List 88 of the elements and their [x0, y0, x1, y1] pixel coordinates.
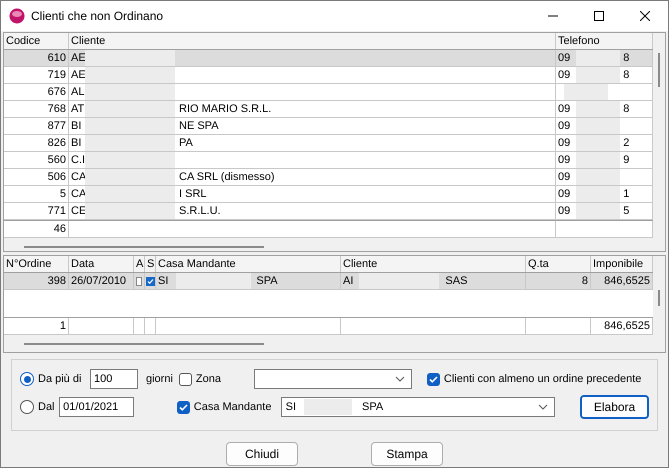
- table-cell: 610: [4, 50, 69, 66]
- dialog-button[interactable]: Chiudi: [226, 442, 298, 466]
- table-cell: 26/07/2010: [69, 273, 134, 289]
- table-cell: 8: [526, 273, 591, 289]
- table-cell: 877: [4, 118, 69, 134]
- dialog-button[interactable]: Stampa: [371, 442, 443, 466]
- table-cell: 768: [4, 101, 69, 117]
- redaction-block: [576, 203, 620, 219]
- column-header[interactable]: N°Ordine: [4, 256, 69, 272]
- column-header[interactable]: Q.ta: [526, 256, 591, 272]
- dropdown-caret-icon: [538, 404, 548, 410]
- table-cell: 506: [4, 169, 69, 185]
- checkbox[interactable]: [136, 276, 142, 286]
- redaction-block: [564, 84, 608, 100]
- casa-mandante-dropdown[interactable]: SI SPA: [280, 397, 556, 417]
- table-row[interactable]: 398 26/07/2010 SI SPA AI SAS 8 846,6525: [4, 273, 653, 290]
- table-cell: 09: [556, 118, 653, 134]
- redaction-block: [576, 101, 620, 117]
- date-field[interactable]: 01/01/2021: [59, 397, 134, 417]
- redaction-block: [576, 152, 620, 168]
- checkbox[interactable]: [426, 372, 440, 386]
- radio-button[interactable]: [20, 400, 34, 414]
- redaction-block: [576, 169, 620, 185]
- table-cell: 09 8: [556, 67, 653, 83]
- elabora-button[interactable]: Elabora: [580, 395, 649, 419]
- column-header[interactable]: Cliente: [69, 33, 556, 49]
- days-field[interactable]: 100: [90, 369, 138, 389]
- table-cell: 09: [556, 169, 653, 185]
- table-cell: AL: [69, 84, 556, 100]
- table-cell: AT RIO MARIO S.R.L.: [69, 101, 556, 117]
- table-row[interactable]: 826 BI PA 09 2: [4, 135, 653, 152]
- table-cell: 771: [4, 203, 69, 219]
- redaction-block: [576, 135, 620, 151]
- maximize-icon[interactable]: [594, 11, 604, 21]
- table-cell: 09 1: [556, 186, 653, 202]
- table-row[interactable]: 719 AE 09 8: [4, 67, 653, 84]
- table-cell: 5: [4, 186, 69, 202]
- column-header[interactable]: S: [145, 256, 156, 272]
- redaction-block: [576, 118, 620, 134]
- table-cell: AE: [69, 67, 556, 83]
- checkbox[interactable]: [176, 400, 190, 414]
- app-logo-icon: [9, 8, 25, 24]
- column-header[interactable]: Casa Mandante: [156, 256, 341, 272]
- table-cell: 398: [4, 273, 69, 289]
- table-cell: AE: [69, 50, 556, 66]
- table-row[interactable]: 560 C.I 09 9: [4, 152, 653, 169]
- table-cell: 826: [4, 135, 69, 151]
- redaction-block: [576, 186, 620, 202]
- window-title: Clienti che non Ordinano: [31, 9, 164, 23]
- checkbox[interactable]: [178, 372, 192, 386]
- redaction-block: [304, 399, 352, 415]
- table-cell: CE S.R.L.U.: [69, 203, 556, 219]
- checkbox-label: Clienti con almeno un ordine precedente: [444, 373, 642, 385]
- checkbox-label: Casa Mandante: [194, 401, 272, 413]
- radio-button[interactable]: [20, 372, 34, 386]
- table-row[interactable]: 771 CE S.R.L.U. 09 5: [4, 203, 653, 220]
- table-cell: BI PA: [69, 135, 556, 151]
- table-cell: AI SAS: [341, 273, 526, 289]
- table-row[interactable]: 877 BI NE SPA 09: [4, 118, 653, 135]
- column-header[interactable]: A: [134, 256, 145, 272]
- zone-dropdown[interactable]: [254, 369, 412, 389]
- table-cell: 09 8: [556, 101, 653, 117]
- table-cell: 719: [4, 67, 69, 83]
- table-row[interactable]: 610 AE 09 8: [4, 50, 653, 67]
- column-header[interactable]: Codice: [4, 33, 69, 49]
- table-cell: 09 9: [556, 152, 653, 168]
- radio-label: Da più di: [38, 373, 82, 385]
- total-cell: 1: [4, 318, 69, 334]
- table-row[interactable]: 676 AL: [4, 84, 653, 101]
- checkbox[interactable]: [146, 276, 154, 286]
- checkbox-label: Zona: [196, 373, 221, 385]
- table-cell: 676: [4, 84, 69, 100]
- table-cell: SI SPA: [156, 273, 341, 289]
- column-header[interactable]: Data: [69, 256, 134, 272]
- column-header[interactable]: Cliente: [341, 256, 526, 272]
- table-cell: BI NE SPA: [69, 118, 556, 134]
- table-row[interactable]: 768 AT RIO MARIO S.R.L. 09 8: [4, 101, 653, 118]
- close-icon[interactable]: [640, 11, 650, 21]
- field-label: giorni: [146, 373, 173, 385]
- total-cell: 46: [4, 221, 69, 237]
- table-cell: 09 2: [556, 135, 653, 151]
- table-cell: 09 5: [556, 203, 653, 219]
- table-cell: 09 8: [556, 50, 653, 66]
- redaction-block: [576, 67, 620, 83]
- radio-label: Dal: [38, 401, 55, 413]
- dropdown-caret-icon: [394, 376, 405, 382]
- table-cell: 560: [4, 152, 69, 168]
- table-cell: C.I: [69, 152, 556, 168]
